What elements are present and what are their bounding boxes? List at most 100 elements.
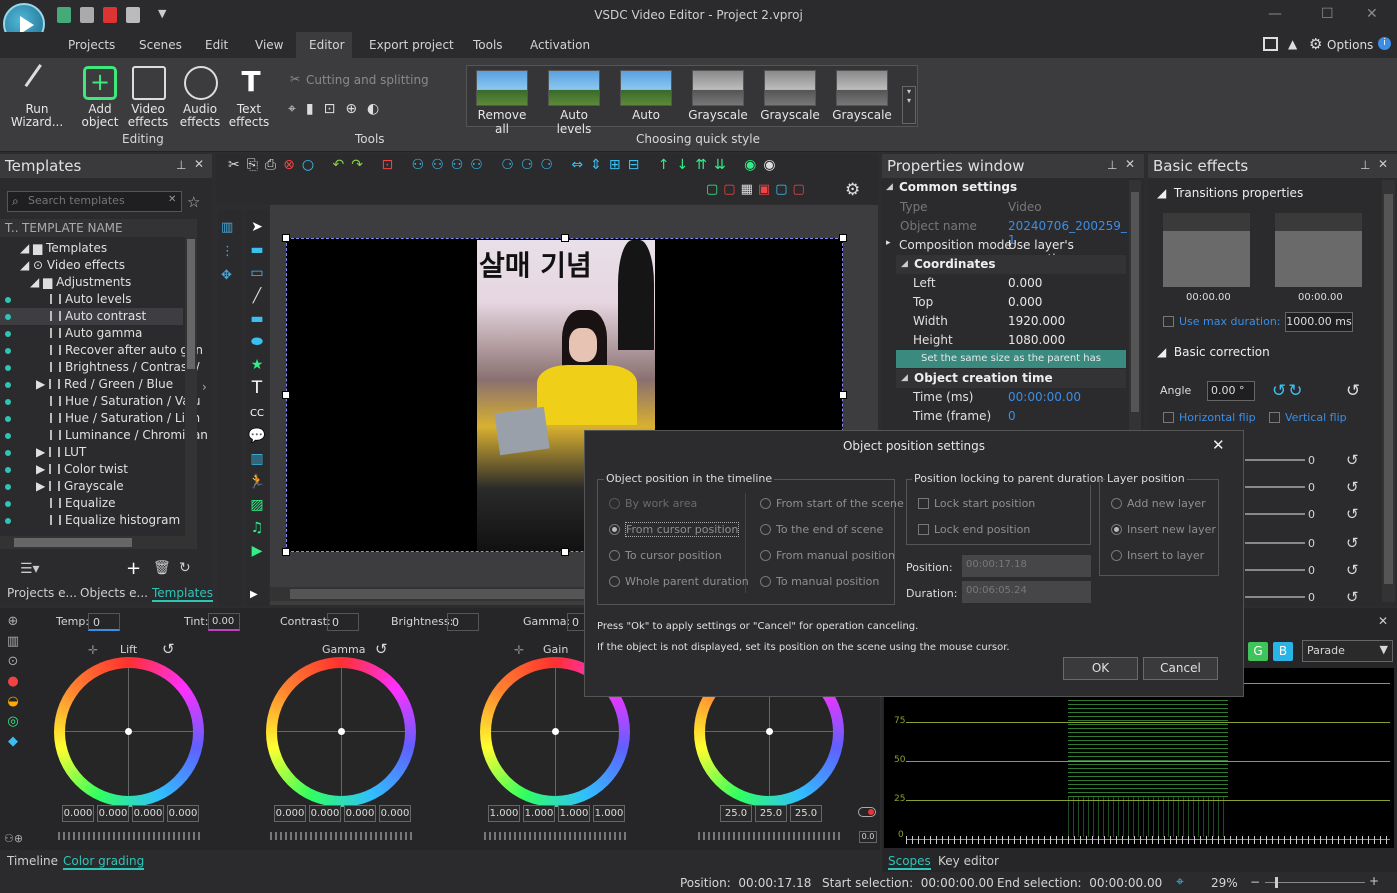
zoom-slider[interactable] [1265, 877, 1365, 888]
tree-node-video-effects[interactable]: ◢ ⊙ Video effects [20, 258, 125, 272]
reset-icon[interactable]: ↺ [1346, 534, 1359, 552]
gamma-value[interactable]: 0.000 [344, 805, 376, 822]
ok-button[interactable]: OK [1063, 657, 1138, 680]
gallery-scroll-icon[interactable]: ▾ ▾ [902, 86, 916, 124]
use-max-duration-checkbox[interactable]: Use max duration: [1163, 315, 1281, 328]
resize-handle[interactable] [282, 391, 290, 399]
resize-handle[interactable] [839, 234, 847, 242]
reset-angle-icon[interactable]: ↺ [1346, 381, 1360, 401]
tools-icons[interactable]: ⌖▮⊡⊕◐ [288, 101, 448, 119]
tab-view[interactable]: View [255, 38, 283, 52]
gamma-value[interactable]: 0.000 [379, 805, 411, 822]
tint-input[interactable]: 0.00 [208, 613, 240, 631]
wheel-point[interactable] [552, 728, 559, 735]
prop-composition-mode[interactable]: ▸Composition modeUse layer's properties [884, 236, 1126, 266]
gain-value[interactable]: 1.000 [523, 805, 555, 822]
fit-zoom-icon[interactable]: ⌖ [1176, 874, 1184, 890]
panel-close-icon[interactable]: ✕ [1125, 157, 1135, 171]
reset-icon[interactable]: ↺ [1346, 561, 1359, 579]
offset-strip[interactable] [698, 832, 840, 840]
template-item-brightness[interactable]: Brightness / Contrast / [50, 360, 200, 374]
common-settings-header[interactable]: Common settings [899, 180, 1017, 194]
vertical-flip-checkbox[interactable]: Vertical flip [1269, 411, 1347, 424]
radio-insert-to-layer[interactable]: Insert to layer [1111, 549, 1204, 562]
view-toolbar-icons[interactable]: ▢▢▦▣▢▢ [706, 182, 836, 200]
options-button[interactable]: Options [1327, 38, 1373, 52]
wheel-point[interactable] [338, 728, 345, 735]
expand-arrow-icon[interactable]: › [202, 380, 207, 394]
resize-handle[interactable] [839, 391, 847, 399]
offset-value[interactable]: 25.0 [790, 805, 822, 822]
zoom-in-icon[interactable]: + [1369, 874, 1379, 888]
reset-wheel-icon[interactable]: ↺ [162, 640, 175, 658]
rotate-icons[interactable]: ↺↻ [1272, 381, 1305, 401]
help-icon[interactable]: i [1378, 37, 1391, 50]
reset-icon[interactable]: ↺ [1346, 451, 1359, 469]
dialog-close-icon[interactable]: ✕ [1212, 436, 1225, 454]
prop-height[interactable]: Height 1080.000 [896, 331, 1126, 350]
tab-key-editor[interactable]: Key editor [938, 854, 999, 868]
prop-top[interactable]: Top 0.000 [896, 293, 1126, 312]
tab-tools[interactable]: Tools [473, 38, 503, 52]
lift-value[interactable]: 0.000 [62, 805, 94, 822]
tree-h-scrollbar[interactable] [0, 536, 197, 549]
pin-icon[interactable]: ⊥ [176, 158, 186, 172]
gamma-value[interactable]: 0.000 [309, 805, 341, 822]
correction-slider[interactable] [1245, 513, 1305, 515]
correction-slider[interactable] [1245, 569, 1305, 571]
template-item-equalize-histogram[interactable]: Equalize histogram [50, 513, 180, 527]
template-item-recover[interactable]: Recover after auto gan [50, 343, 203, 357]
basic-correction-header[interactable]: ◢ Basic correction [1157, 345, 1270, 359]
tree-scrollbar[interactable] [185, 219, 197, 549]
tab-timeline[interactable]: Timeline [7, 854, 58, 868]
reset-icon[interactable]: ↺ [1346, 588, 1359, 606]
delete-icon[interactable]: 🗑 [153, 560, 171, 576]
tree-node-templates[interactable]: ◢ ▆ Templates [20, 241, 107, 255]
run-wizard-button[interactable]: Run Wizard... [6, 103, 68, 129]
scene-settings-icon[interactable]: ⚙ [845, 180, 860, 200]
offset-value[interactable]: 25.0 [755, 805, 787, 822]
collapse-icon[interactable]: ◢ [886, 182, 893, 192]
expand-tools-icon[interactable]: ▶ [250, 589, 258, 600]
duration-input[interactable]: 00:06:05.24 [962, 581, 1091, 603]
template-item-hsv[interactable]: Hue / Saturation / Valu [50, 394, 200, 408]
list-view-icon[interactable]: ☰▾ [20, 561, 40, 577]
quick-style-grayscale-3[interactable] [836, 70, 888, 106]
same-size-as-parent-button[interactable]: Set the same size as the parent has [896, 350, 1126, 368]
tab-scenes[interactable]: Scenes [139, 38, 182, 52]
radio-to-manual[interactable]: To manual position [760, 575, 879, 588]
zoom-out-icon[interactable]: − [1250, 875, 1260, 889]
gain-value[interactable]: 1.000 [488, 805, 520, 822]
template-item-lut[interactable]: ▶ LUT [36, 445, 86, 459]
gain-strip[interactable] [484, 832, 626, 840]
template-item-grayscale[interactable]: ▶ Grayscale [36, 479, 124, 493]
tab-color-grading[interactable]: Color grading [63, 854, 145, 870]
pin-icon[interactable]: ⊥ [1360, 158, 1370, 172]
grading-settings-icon[interactable]: ⚇⊕ [4, 832, 23, 845]
edit-toolbar-icons[interactable]: ✂⎘⎙⊗○ ↶↷ ⊡ ⚇⚇⚇⚇ ⚆⚆⚆ ⇔⇕⊞⊟ ↑↓⇈⇊ ◉◉ [228, 157, 828, 177]
wheel-point[interactable] [766, 728, 773, 735]
channel-b-button[interactable]: B [1273, 642, 1293, 661]
clear-search-icon[interactable]: ✕ [168, 194, 176, 205]
cancel-button[interactable]: Cancel [1143, 657, 1218, 680]
collapse-icon[interactable]: ◢ [901, 373, 908, 383]
tab-activation[interactable]: Activation [530, 38, 590, 52]
radio-whole-parent[interactable]: Whole parent duration [609, 575, 749, 588]
panel-close-icon[interactable]: ✕ [1378, 157, 1388, 171]
template-item-auto-contrast[interactable]: Auto contrast [50, 309, 146, 323]
correction-slider[interactable] [1245, 459, 1305, 461]
correction-slider[interactable] [1245, 486, 1305, 488]
refresh-icon[interactable]: ↻ [179, 560, 191, 576]
tree-node-adjustments[interactable]: ◢ ▆ Adjustments [30, 275, 131, 289]
close-icon[interactable]: ✕ [1366, 6, 1378, 22]
resize-handle[interactable] [561, 548, 569, 556]
star-icon[interactable]: ☆ [187, 193, 200, 211]
reset-icon[interactable]: ↺ [1346, 478, 1359, 496]
properties-scrollbar[interactable] [1129, 180, 1141, 430]
gain-value[interactable]: 1.000 [558, 805, 590, 822]
transition-out-preview[interactable] [1275, 213, 1362, 287]
template-item-color-twist[interactable]: ▶ Color twist [36, 462, 128, 476]
col-type[interactable]: T.. [5, 221, 19, 235]
resize-handle[interactable] [282, 548, 290, 556]
lock-end-checkbox[interactable]: Lock end position [918, 523, 1030, 536]
